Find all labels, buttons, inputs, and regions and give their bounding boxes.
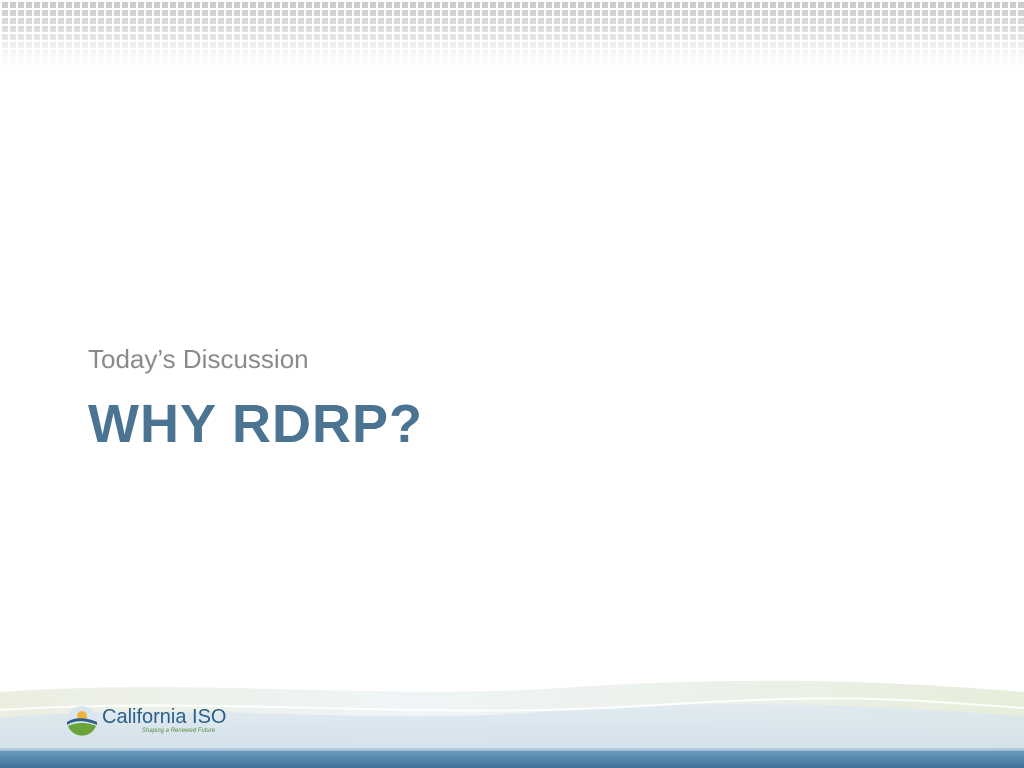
california-iso-logo: California ISO Shaping a Renewed Future — [66, 703, 227, 739]
logo-name: California ISO — [102, 706, 227, 728]
logo-text-block: California ISO Shaping a Renewed Future — [102, 707, 227, 735]
slide-title: WHY RDRP? — [88, 394, 424, 454]
slide: Today’s Discussion WHY RDRP? California … — [0, 0, 1024, 768]
california-iso-logo-icon — [67, 706, 97, 736]
header-grid-fade — [0, 0, 1024, 82]
logo-tagline: Shaping a Renewed Future — [142, 728, 216, 734]
footer-bar — [0, 750, 1024, 768]
slide-subtitle: Today’s Discussion — [88, 344, 309, 374]
